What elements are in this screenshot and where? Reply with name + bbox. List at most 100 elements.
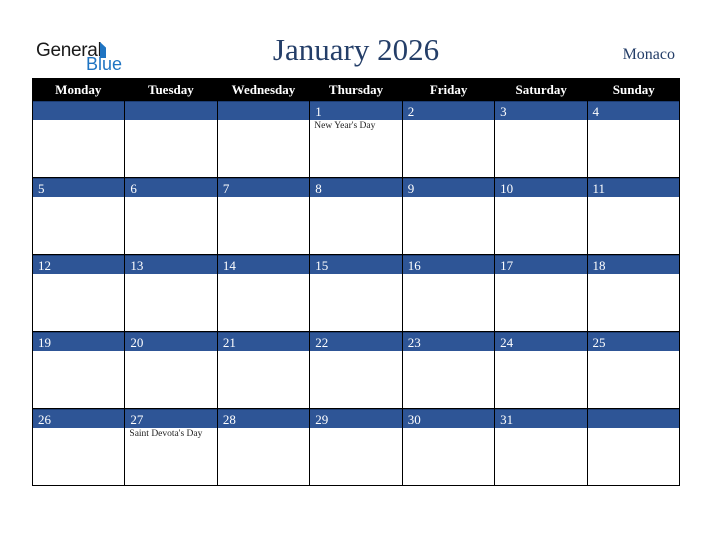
holiday-label [588, 120, 679, 121]
holiday-label [403, 120, 494, 121]
day-cell[interactable]: 11 [587, 178, 680, 254]
day-cell[interactable]: 2 [402, 101, 496, 177]
day-number: 20 [125, 332, 217, 351]
day-cell[interactable]: 18 [587, 255, 680, 331]
holiday-label: New Year's Day [314, 121, 376, 131]
day-cell[interactable]: 3 [495, 101, 588, 177]
day-cell[interactable]: 14 [217, 255, 311, 331]
day-number: 31 [495, 409, 587, 428]
day-number: 23 [402, 332, 495, 351]
day-cell[interactable]: 23 [402, 332, 496, 408]
day-number: 18 [587, 255, 679, 274]
day-number: 29 [310, 409, 402, 428]
day-number [587, 409, 679, 428]
holiday-label [33, 197, 124, 198]
day-cell[interactable]: 30 [402, 409, 496, 485]
day-cell[interactable]: 10 [495, 178, 588, 254]
weekday-saturday: Saturday [515, 82, 567, 97]
day-number: 19 [33, 332, 125, 351]
day-cell[interactable]: 6 [125, 178, 218, 254]
week-row: 12 13 14 15 16 17 18 [33, 255, 680, 332]
day-cell[interactable]: 17 [495, 255, 588, 331]
weekday-monday: Monday [55, 82, 102, 97]
day-number: 9 [402, 178, 495, 197]
country-label: Monaco [622, 46, 675, 63]
day-cell[interactable]: 20 [125, 332, 218, 408]
day-number: 26 [33, 409, 125, 428]
day-number: 3 [495, 101, 587, 120]
weekday-sunday: Sunday [612, 82, 655, 97]
day-number: 5 [33, 178, 125, 197]
week-row: 19 20 21 22 23 24 25 [33, 332, 680, 409]
day-number: 25 [587, 332, 679, 351]
week-row: 1 New Year's Day 2 3 4 [33, 101, 680, 178]
day-cell[interactable]: 22 [310, 332, 403, 408]
day-cell[interactable]: 21 [217, 332, 311, 408]
day-cell[interactable]: 1 New Year's Day [310, 101, 403, 177]
day-number: 15 [310, 255, 402, 274]
day-number: 16 [402, 255, 495, 274]
weekday-tuesday: Tuesday [147, 82, 194, 97]
day-number: 7 [217, 178, 310, 197]
holiday-label [495, 120, 586, 121]
week-row: 26 27 Saint Devota's Day 28 29 30 31 [33, 409, 680, 486]
day-cell[interactable]: 15 [310, 255, 403, 331]
holiday-label [310, 197, 401, 198]
day-cell[interactable]: 31 [495, 409, 588, 485]
day-cell[interactable]: 24 [495, 332, 588, 408]
holiday-label [218, 197, 309, 198]
day-number: 4 [587, 101, 679, 120]
day-number: 24 [495, 332, 587, 351]
day-number: 22 [310, 332, 402, 351]
weeks-container: 1 New Year's Day 2 3 4 5 6 7 8 9 10 11 12 13 14 15 16 17 1… [32, 101, 680, 486]
holiday-label [33, 120, 124, 121]
day-number: 2 [402, 101, 495, 120]
day-number: 1 [310, 101, 402, 120]
day-number: 30 [402, 409, 495, 428]
day-cell[interactable]: 19 [33, 332, 126, 408]
day-number: 27 [125, 409, 217, 428]
day-cell[interactable] [125, 101, 218, 177]
day-number: 10 [495, 178, 587, 197]
day-cell[interactable]: 12 [33, 255, 126, 331]
day-cell[interactable]: 26 [33, 409, 126, 485]
weekday-friday: Friday [429, 82, 468, 97]
day-number: 13 [125, 255, 217, 274]
day-cell[interactable] [217, 101, 311, 177]
day-cell[interactable]: 27 Saint Devota's Day [125, 409, 218, 485]
holiday-label [125, 120, 216, 121]
holiday-label [588, 428, 679, 429]
day-number [217, 101, 310, 120]
day-number [125, 101, 217, 120]
day-number: 14 [217, 255, 310, 274]
day-cell[interactable]: 8 [310, 178, 403, 254]
day-cell[interactable]: 13 [125, 255, 218, 331]
holiday-label: Saint Devota's Day [129, 429, 203, 439]
week-row: 5 6 7 8 9 10 11 [33, 178, 680, 255]
calendar-grid: Monday Tuesday Wednesday Thursday Friday… [32, 78, 680, 486]
day-cell[interactable] [587, 409, 680, 485]
day-number: 12 [33, 255, 125, 274]
day-cell[interactable]: 29 [310, 409, 403, 485]
day-cell[interactable]: 16 [402, 255, 496, 331]
holiday-label [125, 197, 216, 198]
weekday-thursday: Thursday [328, 82, 384, 97]
day-number: 8 [310, 178, 402, 197]
day-cell[interactable] [33, 101, 126, 177]
day-number: 17 [495, 255, 587, 274]
day-number: 6 [125, 178, 217, 197]
day-cell[interactable]: 25 [587, 332, 680, 408]
holiday-label [403, 197, 494, 198]
day-cell[interactable]: 28 [217, 409, 311, 485]
day-number: 11 [587, 178, 679, 197]
day-cell[interactable]: 7 [217, 178, 311, 254]
calendar-title: January 2026 [272, 32, 440, 67]
holiday-label [218, 120, 309, 121]
day-number: 28 [217, 409, 310, 428]
day-number [33, 101, 125, 120]
day-cell[interactable]: 9 [402, 178, 496, 254]
day-cell[interactable]: 4 [587, 101, 680, 177]
day-cell[interactable]: 5 [33, 178, 126, 254]
weekday-header: Monday Tuesday Wednesday Thursday Friday… [32, 78, 680, 101]
day-number: 21 [217, 332, 310, 351]
